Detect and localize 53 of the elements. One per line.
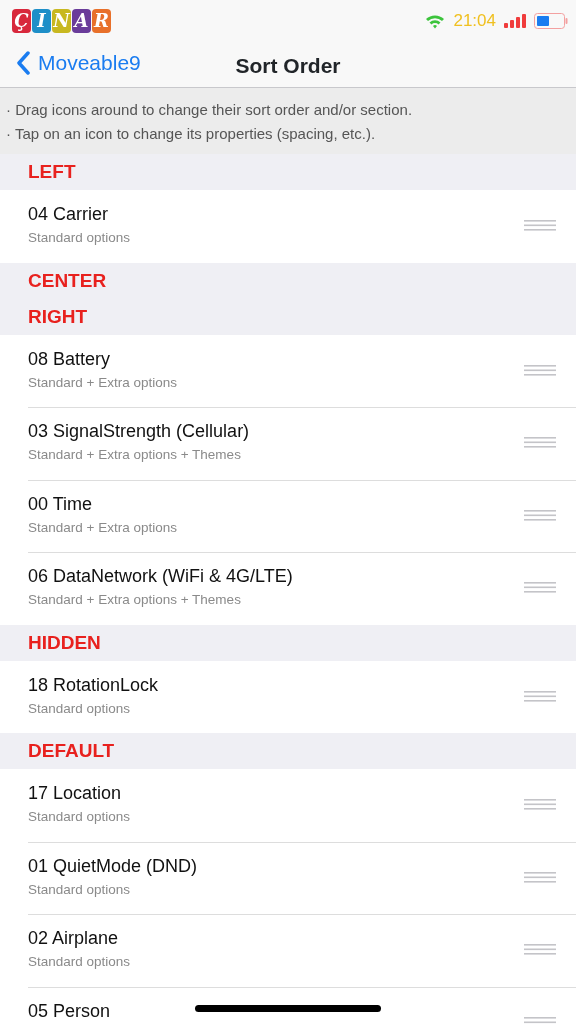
item-title: 00 Time xyxy=(28,492,93,516)
item-title: 18 RotationLock xyxy=(28,673,159,697)
item-subtitle: Standard options xyxy=(28,880,131,899)
list-row[interactable]: 05 Person xyxy=(0,986,576,1024)
item-title: 08 Battery xyxy=(28,347,111,371)
drag-handle-icon[interactable] xyxy=(524,582,556,593)
list-row[interactable]: 01 QuietMode (DND) Standard options xyxy=(0,841,576,914)
signal-icon xyxy=(504,14,526,28)
item-subtitle: Standard + Extra options + Themes xyxy=(28,591,241,609)
logo-tile: R xyxy=(92,9,111,33)
drag-handle-icon[interactable] xyxy=(524,690,556,702)
list-row[interactable]: 17 Location Standard options xyxy=(0,769,576,842)
status-time: 21:04 xyxy=(453,10,496,33)
item-subtitle: Standard options xyxy=(28,953,131,971)
drag-handle-icon[interactable] xyxy=(524,364,556,376)
item-title: 03 SignalStrength (Cellular) xyxy=(28,420,250,443)
logo-tile: A xyxy=(72,9,91,33)
instruction-text: · Drag icons around to change their sort order and/or section. xyxy=(6,100,414,120)
drag-handle-icon[interactable] xyxy=(524,437,556,448)
list-row[interactable]: 00 Time Standard + Extra options xyxy=(0,479,576,552)
item-title: 06 DataNetwork (WiFi & 4G/LTE) xyxy=(28,565,293,588)
list-row[interactable]: 02 Airplane Standard options xyxy=(0,914,576,987)
item-subtitle: Standard + Extra options + Themes xyxy=(28,446,241,464)
list-row[interactable]: 03 SignalStrength (Cellular) Standard + Extra options + Themes xyxy=(0,407,576,480)
logo-tile: I xyxy=(32,9,51,33)
item-title: 02 Airplane xyxy=(28,927,119,950)
item-subtitle: Standard + Extra options xyxy=(28,373,177,392)
wifi-icon xyxy=(425,13,446,29)
instruction-text: · Tap on an icon to change its properties (spacing, etc.). xyxy=(6,124,377,144)
item-title: 17 Location xyxy=(28,782,122,805)
page-title: Sort Order xyxy=(235,54,341,77)
back-button[interactable]: Moveable9 xyxy=(0,46,141,79)
battery-icon xyxy=(534,13,568,29)
list-row[interactable]: 06 DataNetwork (WiFi & 4G/LTE) Standard + Extra options + Themes xyxy=(0,552,576,625)
logo-tile: Ç xyxy=(12,9,31,33)
item-title: 04 Carrier xyxy=(28,203,109,226)
drag-handle-icon[interactable] xyxy=(524,509,556,521)
item-title: 05 Person xyxy=(28,999,111,1023)
list-row[interactable]: 18 RotationLock Standard options xyxy=(0,660,576,733)
chevron-left-icon xyxy=(16,50,30,75)
drag-handle-icon[interactable] xyxy=(524,944,556,955)
item-subtitle: Standard + Extra options xyxy=(28,518,177,537)
drag-handle-icon[interactable] xyxy=(524,799,556,810)
item-subtitle: Standard options xyxy=(28,229,131,247)
item-subtitle: Standard options xyxy=(28,699,131,718)
drag-handle-icon[interactable] xyxy=(524,1016,556,1024)
item-title: 01 QuietMode (DND) xyxy=(28,854,198,878)
drag-handle-icon[interactable] xyxy=(524,871,556,883)
list-row[interactable]: 04 Carrier Standard options xyxy=(0,190,576,263)
item-subtitle: Standard options xyxy=(28,808,131,826)
list-row[interactable]: 08 Battery Standard + Extra options xyxy=(0,334,576,407)
drag-handle-icon[interactable] xyxy=(524,220,556,231)
logo-tile: N xyxy=(52,9,71,33)
